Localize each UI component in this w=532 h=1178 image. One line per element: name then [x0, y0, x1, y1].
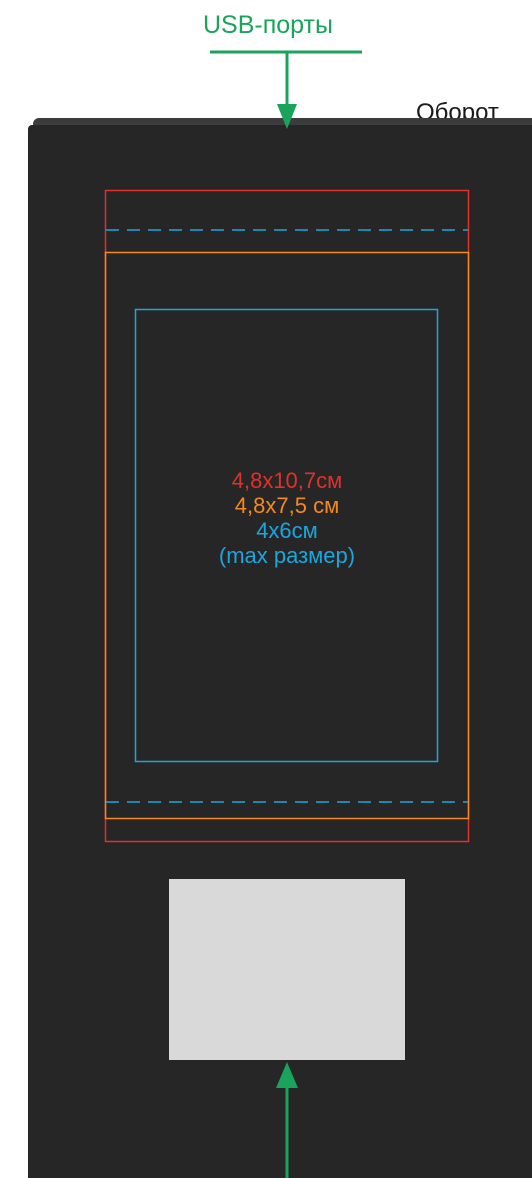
- inner-size-label: 4x6см: [256, 518, 318, 543]
- photo-window: [169, 879, 405, 1060]
- outer-size-label: 4,8x10,7см: [231, 468, 343, 493]
- bottom-arrow-head: [276, 1062, 298, 1088]
- diagram-page: USB-порты Оборот 4,8x10,7см 4,8x7,5 см 4…: [0, 0, 532, 1178]
- size-labels: 4,8x10,7см 4,8x7,5 см 4x6см (max размер): [136, 468, 438, 568]
- inner-size-note: (max размер): [218, 543, 356, 568]
- usb-arrow-head: [277, 104, 297, 129]
- middle-size-label: 4,8x7,5 см: [234, 493, 340, 518]
